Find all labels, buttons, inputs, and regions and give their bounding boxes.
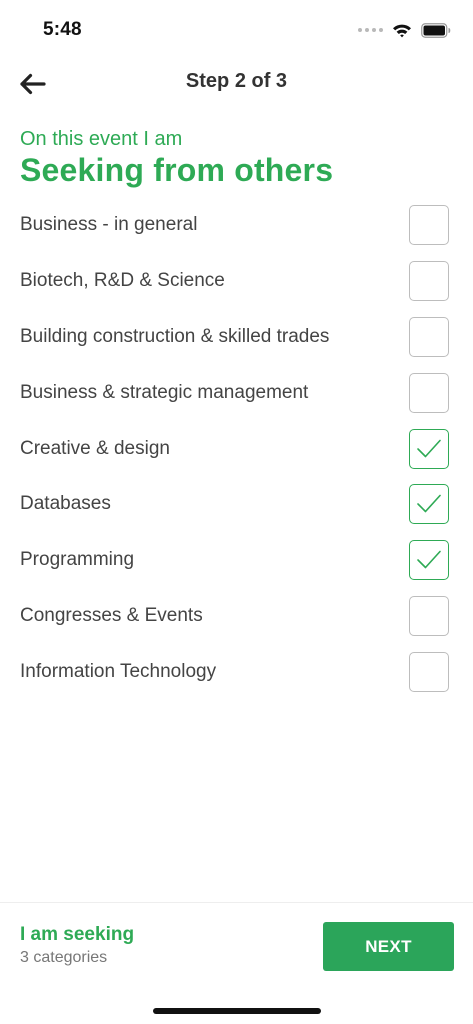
category-checkbox[interactable]	[409, 652, 449, 693]
selected-count: 3 categories	[20, 949, 108, 966]
status-bar: 5:48	[0, 0, 473, 58]
category-checkbox[interactable]	[409, 540, 449, 581]
category-label: Biotech, R&D & Science	[20, 269, 225, 291]
category-checkbox[interactable]	[409, 596, 449, 637]
category-item[interactable]: Business - in general	[0, 197, 473, 253]
checkmark-icon	[417, 551, 441, 569]
category-checkbox[interactable]	[409, 372, 449, 413]
signal-icon	[358, 28, 383, 32]
checkmark-icon	[417, 495, 441, 513]
category-item[interactable]: Business & strategic management	[0, 365, 473, 421]
category-label: Building construction & skilled trades	[20, 325, 330, 347]
page-title: Seeking from others	[20, 152, 334, 188]
category-label: Databases	[20, 493, 111, 515]
category-item[interactable]: Creative & design	[0, 421, 473, 477]
category-label: Congresses & Events	[20, 605, 203, 627]
footer: I am seeking 3 categories NEXT	[0, 902, 473, 1024]
category-label: Business - in general	[20, 214, 198, 235]
status-time: 5:48	[43, 19, 82, 40]
category-checkbox[interactable]	[409, 484, 449, 525]
category-item[interactable]: Congresses & Events	[0, 588, 473, 644]
category-item[interactable]: Biotech, R&D & Science	[0, 253, 473, 309]
nav-title: Step 2 of 3	[185, 70, 288, 92]
category-checkbox[interactable]	[409, 260, 449, 301]
screen: 5:48 Step 2 of 3 On this event I am Seek…	[0, 0, 473, 1024]
header-subtitle: On this event I am	[20, 128, 183, 150]
category-item[interactable]: Building construction & skilled trades	[0, 309, 473, 365]
category-item[interactable]: Databases	[0, 476, 473, 532]
category-checkbox[interactable]	[409, 205, 449, 245]
status-icons	[358, 20, 451, 40]
category-item[interactable]: Programming	[0, 532, 473, 588]
wifi-icon	[393, 24, 411, 37]
category-checkbox[interactable]	[409, 316, 449, 357]
category-label: Programming	[20, 549, 135, 571]
checkmark-icon	[417, 439, 441, 457]
category-item[interactable]: Information Technology	[0, 644, 473, 700]
nav-bar: Step 2 of 3	[0, 58, 473, 108]
home-indicator	[153, 1008, 321, 1014]
category-label: Information Technology	[20, 661, 217, 683]
category-label: Business & strategic management	[20, 381, 309, 403]
category-list: Business - in general Biotech, R&D & Scie…	[0, 197, 473, 700]
category-label: Creative & design	[20, 437, 170, 459]
battery-icon	[421, 22, 451, 38]
next-button[interactable]: NEXT	[323, 922, 454, 971]
category-checkbox[interactable]	[409, 428, 449, 469]
footer-title: I am seeking	[20, 924, 135, 945]
